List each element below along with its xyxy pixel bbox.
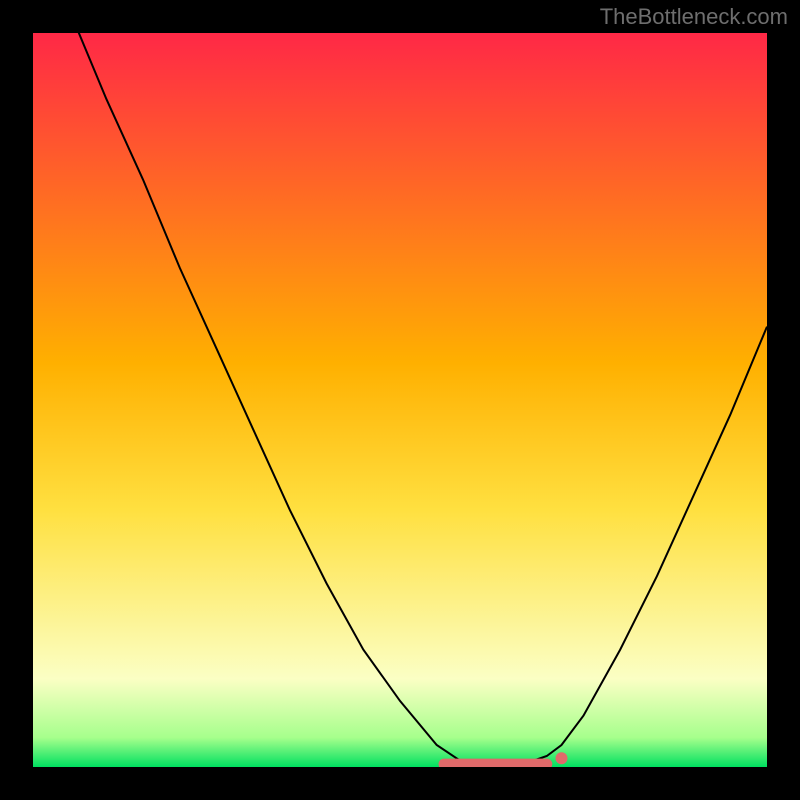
chart-frame: TheBottleneck.com (0, 0, 800, 800)
chart-svg (33, 33, 767, 767)
marker-dot (556, 752, 568, 764)
plot-area (33, 33, 767, 767)
watermark-text: TheBottleneck.com (600, 4, 788, 30)
gradient-background (33, 33, 767, 767)
